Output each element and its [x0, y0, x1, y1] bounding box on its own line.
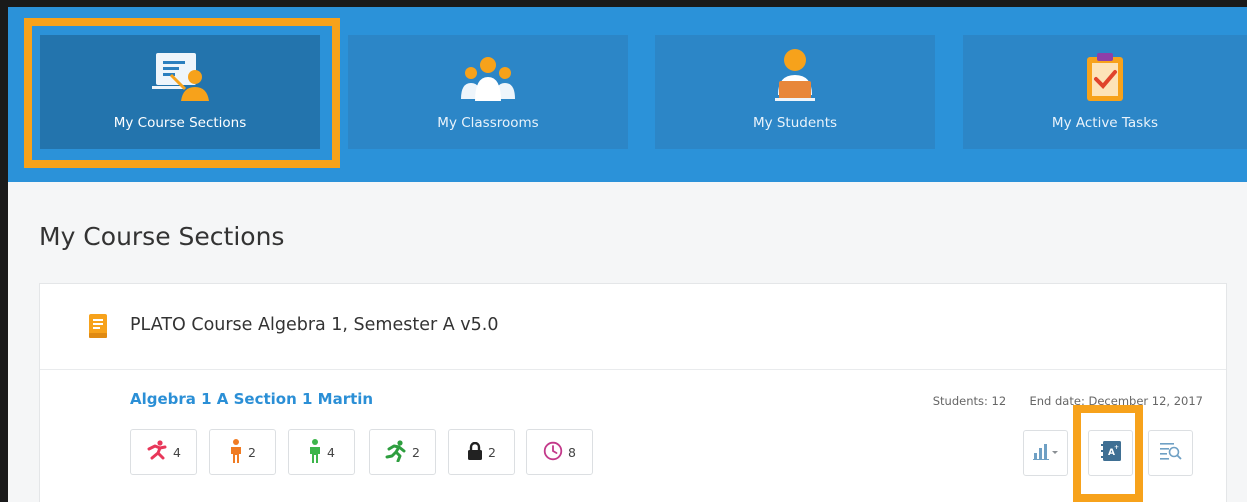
book-icon [88, 313, 108, 343]
badge-count: 2 [488, 444, 496, 460]
badge-green-status[interactable]: 4 [288, 429, 355, 475]
app-frame: My Course Sections My Classrooms My Stud… [8, 7, 1247, 502]
badge-count: 8 [568, 444, 576, 460]
clipboard-check-icon [1083, 51, 1127, 103]
badge-locked[interactable]: 2 [448, 429, 515, 475]
course-header: PLATO Course Algebra 1, Semester A v5.0 [40, 284, 1226, 370]
badge-count: 4 [173, 444, 181, 460]
person-green-icon [308, 438, 322, 466]
nav-tile-my-course-sections[interactable]: My Course Sections [40, 35, 320, 149]
teacher-board-icon [147, 51, 213, 103]
nav-label: My Students [752, 115, 838, 131]
list-search-icon [1159, 441, 1183, 465]
svg-text:+: + [1114, 444, 1119, 451]
nav-tile-my-active-tasks[interactable]: My Active Tasks [963, 35, 1247, 149]
end-date-value: December 12, 2017 [1088, 394, 1203, 408]
reports-dropdown-button[interactable] [1023, 430, 1068, 476]
badge-falling-behind[interactable]: 4 [130, 429, 197, 475]
badge-count: 2 [412, 444, 420, 460]
course-title: PLATO Course Algebra 1, Semester A v5.0 [130, 315, 499, 335]
clock-icon [543, 441, 563, 464]
page-title: My Course Sections [39, 222, 285, 251]
nav-label: My Active Tasks [1051, 115, 1159, 131]
end-date-label: End date: [1029, 394, 1085, 408]
nav-label: My Classrooms [437, 115, 539, 131]
course-card: PLATO Course Algebra 1, Semester A v5.0 … [39, 283, 1227, 502]
bar-chart-dropdown-icon [1032, 442, 1059, 464]
section-meta: Students: 12 End date: December 12, 2017 [933, 394, 1203, 408]
nav-label: My Course Sections [113, 115, 247, 131]
section-name-link[interactable]: Algebra 1 A Section 1 Martin [130, 390, 373, 408]
badge-orange-status[interactable]: 2 [209, 429, 276, 475]
runner-green-icon [385, 439, 407, 465]
badge-ahead[interactable]: 2 [369, 429, 436, 475]
person-orange-icon [229, 438, 243, 466]
nav-tile-my-classrooms[interactable]: My Classrooms [348, 35, 628, 149]
lock-icon [467, 441, 483, 463]
badge-time[interactable]: 8 [526, 429, 593, 475]
falling-runner-icon [146, 439, 168, 465]
badge-count: 4 [327, 444, 335, 460]
nav-tile-my-students[interactable]: My Students [655, 35, 935, 149]
students-count: 12 [991, 394, 1007, 408]
student-laptop-icon [770, 49, 820, 103]
badge-count: 2 [248, 444, 256, 460]
classroom-group-icon [455, 51, 521, 103]
gradebook-button[interactable]: A + [1088, 430, 1133, 476]
list-search-button[interactable] [1148, 430, 1193, 476]
students-label: Students: [932, 394, 988, 408]
gradebook-icon: A + [1100, 440, 1122, 466]
top-navigation-bar: My Course Sections My Classrooms My Stud… [8, 7, 1247, 182]
